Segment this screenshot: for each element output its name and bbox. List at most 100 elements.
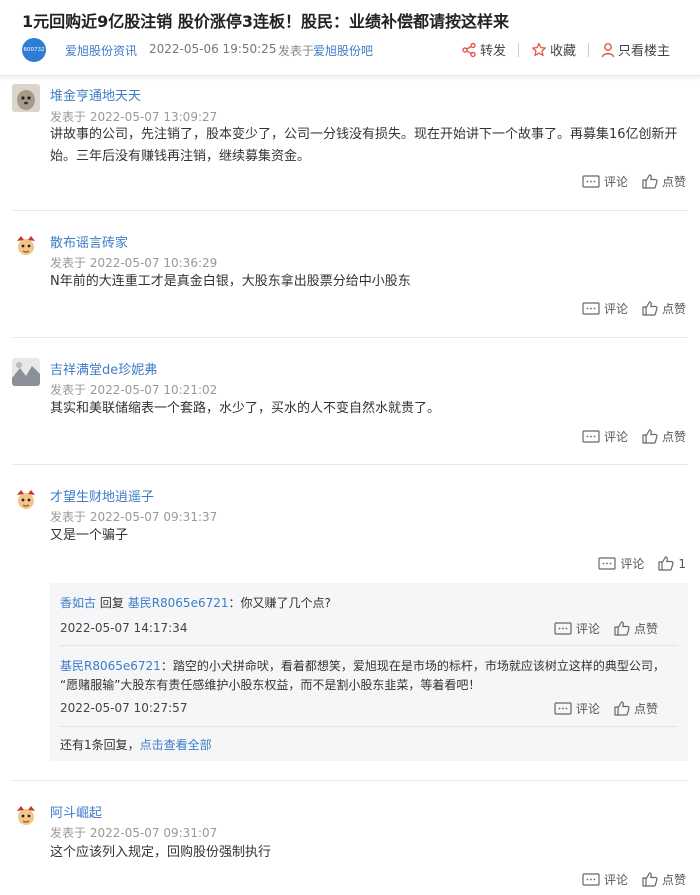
reply-verb: 回复 xyxy=(99,596,124,610)
comment-button[interactable]: 评论 xyxy=(582,428,628,445)
post-meta: 600732 爱旭股份资讯 2022-05-06 19:50:25 发表于 爱旭… xyxy=(22,38,682,62)
only-op-button[interactable]: 只看楼主 xyxy=(601,40,670,59)
separator xyxy=(517,42,519,57)
thumbs-up-icon xyxy=(614,621,630,636)
reply-actions: 评论 点赞 xyxy=(554,620,658,637)
comment-time: 发表于 2022-05-07 13:09:27 xyxy=(50,110,218,124)
like-button[interactable]: 点赞 xyxy=(642,871,686,888)
thumbs-up-icon xyxy=(642,174,658,189)
star-icon xyxy=(532,42,546,56)
comment-label: 评论 xyxy=(603,302,628,316)
comment-button[interactable]: 评论 xyxy=(582,300,628,317)
reply-text-continued: “愿赌服输”大股东有责任感维护小股东权益，而不是割小股东韭菜，等着看吧！ xyxy=(60,678,481,692)
like-label: 点赞 xyxy=(661,873,686,887)
comment-button[interactable]: 评论 xyxy=(598,555,644,572)
thumbs-up-icon xyxy=(614,701,630,716)
avatar[interactable] xyxy=(12,358,40,386)
like-button[interactable]: 点赞 xyxy=(642,428,686,445)
like-button[interactable]: 点赞 xyxy=(614,700,658,717)
separator xyxy=(587,42,589,57)
only-op-label: 只看楼主 xyxy=(617,44,670,59)
comment-label: 评论 xyxy=(575,702,600,716)
comment-icon xyxy=(554,701,572,715)
stock-logo[interactable]: 600732 xyxy=(22,38,46,62)
like-label: 点赞 xyxy=(661,302,686,316)
photo-avatar-icon xyxy=(12,358,40,386)
thumbs-up-icon xyxy=(642,301,658,316)
reply-box: 香如古 回复 基民R8065e6721：你又赚了几个点? 2022-05-07 … xyxy=(50,583,688,761)
user-icon xyxy=(601,42,615,57)
comment-label: 评论 xyxy=(603,430,628,444)
comment-icon xyxy=(598,556,616,570)
reply-time: 2022-05-07 14:17:34 xyxy=(60,621,188,635)
post-author[interactable]: 爱旭股份资讯 xyxy=(65,42,137,59)
share-icon xyxy=(462,42,476,57)
like-button[interactable]: 点赞 xyxy=(642,300,686,317)
comment-icon xyxy=(582,429,600,443)
comment-author[interactable]: 才望生财地逍遥子 xyxy=(50,486,154,505)
cartoon-avatar-icon xyxy=(12,486,40,514)
cartoon-avatar-icon xyxy=(12,802,40,830)
avatar[interactable] xyxy=(12,232,40,260)
comment-text: 这个应该列入规定，回购股份强制执行 xyxy=(50,845,272,860)
reply-author[interactable]: 基民R8065e6721 xyxy=(60,659,161,673)
reply-text: ：你又赚了几个点? xyxy=(228,596,331,610)
favorite-label: 收藏 xyxy=(549,44,576,59)
comment-author[interactable]: 阿斗崛起 xyxy=(50,802,102,821)
comment-time: 发表于 2022-05-07 10:21:02 xyxy=(50,383,218,397)
divider xyxy=(60,726,678,727)
like-label: 点赞 xyxy=(661,430,686,444)
avatar[interactable] xyxy=(12,84,40,112)
comment-text: 其实和美联储缩表一个套路，水少了，买水的人不变自然水就贵了。 xyxy=(50,401,441,416)
divider xyxy=(60,645,678,646)
comment-icon xyxy=(582,174,600,188)
comment-button[interactable]: 评论 xyxy=(554,700,600,717)
post-title: 1元回购近9亿股注销 股价涨停3连板！股民：业绩补偿都请按这样来 xyxy=(22,12,509,31)
reply-target[interactable]: 基民R8065e6721 xyxy=(128,596,229,610)
more-replies-count: 还有1条回复， xyxy=(60,738,140,752)
share-label: 转发 xyxy=(479,44,506,59)
comment-actions: 评论 1 xyxy=(598,555,686,572)
divider xyxy=(12,210,688,211)
like-button[interactable]: 点赞 xyxy=(642,173,686,190)
divider xyxy=(12,780,688,781)
comment-icon xyxy=(582,301,600,315)
reply-time: 2022-05-07 10:27:57 xyxy=(60,701,188,715)
like-label: 点赞 xyxy=(633,622,658,636)
comment-author[interactable]: 吉祥满堂de珍妮弗 xyxy=(50,359,157,378)
comment-icon xyxy=(554,621,572,635)
comment-button[interactable]: 评论 xyxy=(582,173,628,190)
post-actions: 转发 收藏 只看楼主 xyxy=(461,40,670,59)
comment-time: 发表于 2022-05-07 09:31:07 xyxy=(50,826,218,840)
forum-link[interactable]: 爱旭股份吧 xyxy=(313,42,373,59)
share-button[interactable]: 转发 xyxy=(461,40,506,59)
thumbs-up-icon xyxy=(642,872,658,887)
comment-actions: 评论 点赞 xyxy=(582,173,686,190)
thumbs-up-icon xyxy=(642,429,658,444)
comment-button[interactable]: 评论 xyxy=(554,620,600,637)
comment-label: 评论 xyxy=(575,622,600,636)
like-button[interactable]: 1 xyxy=(658,556,686,571)
comment-button[interactable]: 评论 xyxy=(582,871,628,888)
favorite-button[interactable]: 收藏 xyxy=(531,40,576,59)
reply-actions: 评论 点赞 xyxy=(554,700,658,717)
comment-text: N年前的大连重工才是真金白银，大股东拿出股票分给中小股东 xyxy=(50,274,411,289)
avatar[interactable] xyxy=(12,802,40,830)
comment-label: 评论 xyxy=(620,557,645,571)
comment-label: 评论 xyxy=(603,873,628,887)
comment-time: 发表于 2022-05-07 09:31:37 xyxy=(50,510,218,524)
view-all-replies-link[interactable]: 点击查看全部 xyxy=(140,738,212,752)
divider xyxy=(12,337,688,338)
comment-label: 评论 xyxy=(603,175,628,189)
comment-text: 讲故事的公司，先注销了，股本变少了，公司一分钱没有损失。现在开始讲下一个故事了。… xyxy=(50,127,678,164)
comment-author[interactable]: 堆金亨通地天天 xyxy=(50,85,141,104)
reply-item: 香如古 回复 基民R8065e6721：你又赚了几个点? xyxy=(60,594,331,611)
post-time: 2022-05-06 19:50:25 xyxy=(149,42,277,56)
like-button[interactable]: 点赞 xyxy=(614,620,658,637)
avatar[interactable] xyxy=(12,486,40,514)
comment-author[interactable]: 散布谣言砖家 xyxy=(50,232,128,251)
reply-author[interactable]: 香如古 xyxy=(60,596,96,610)
reply-item: 基民R8065e6721：踏空的小犬拼命吠，看着都想笑，爱旭现在是市场的标杆，市… xyxy=(60,657,665,674)
cartoon-avatar-icon xyxy=(12,232,40,260)
published-prefix: 发表于 xyxy=(278,44,315,58)
